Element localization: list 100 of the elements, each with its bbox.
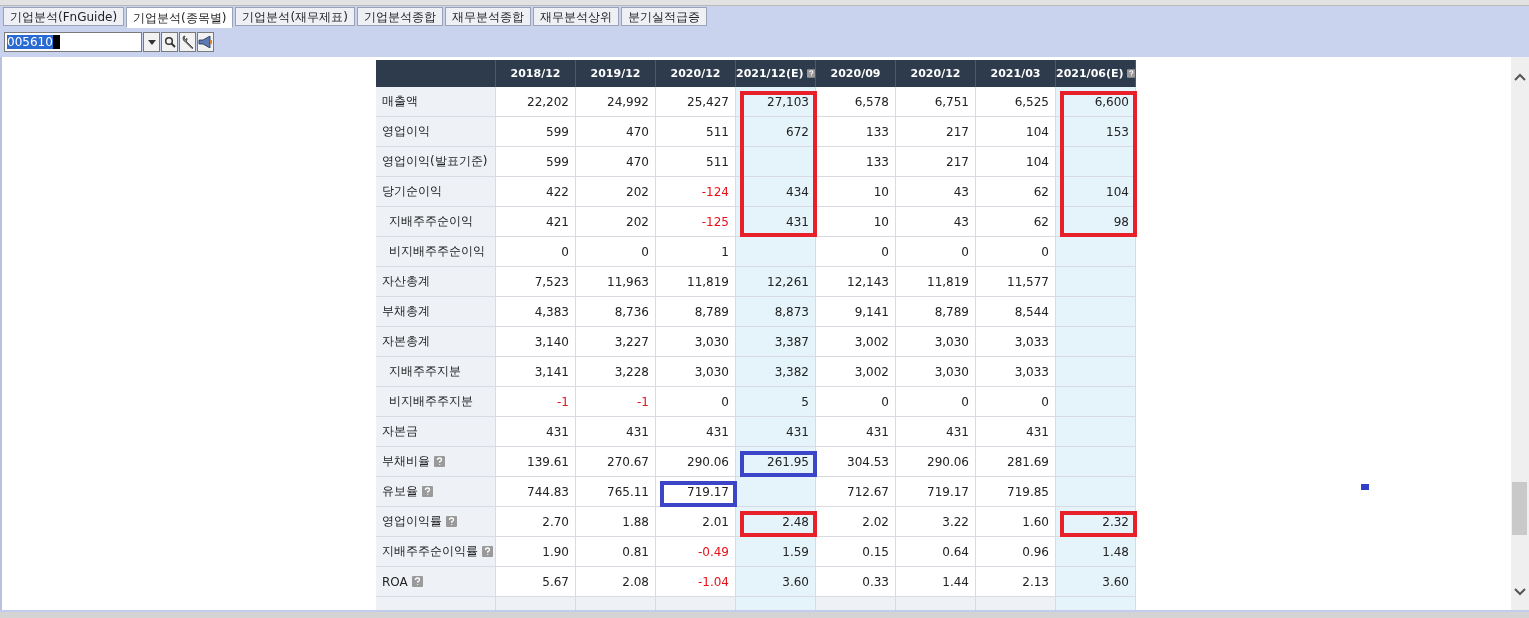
table-cell: 153 [1056, 117, 1136, 147]
table-cell: 24,992 [576, 87, 656, 117]
tab[interactable]: 기업분석(FnGuide) [3, 7, 125, 26]
row-label: 자산총계 [382, 273, 430, 290]
megaphone-button[interactable] [197, 32, 214, 52]
table-cell: 3,002 [816, 357, 896, 387]
help-icon[interactable] [806, 68, 815, 79]
table-cell: 712.67 [816, 477, 896, 507]
table-cell: 11,819 [896, 267, 976, 297]
table-cell: 0 [896, 387, 976, 417]
table-cell: 0.81 [576, 537, 656, 567]
table-cell: 3,227 [576, 327, 656, 357]
row-label: 지배주주순이익률 [382, 543, 478, 560]
table-cell: 431 [496, 417, 576, 447]
table-cell: 0.15 [816, 537, 896, 567]
row-label: 자본금 [382, 423, 418, 440]
table-cell: 12,261 [736, 267, 816, 297]
column-header: 2020/12 [656, 60, 736, 87]
tab[interactable]: 재무분석종합 [444, 7, 531, 26]
table-cell: 3,228 [576, 357, 656, 387]
table-cell: 1.48 [1056, 537, 1136, 567]
table-cell: 133 [816, 147, 896, 177]
row-label: 영업이익(발표기준) [382, 153, 488, 170]
table-cell: 0 [576, 237, 656, 267]
table-cell: 6,751 [896, 87, 976, 117]
table-cell: 104 [1056, 177, 1136, 207]
table-cell: 422 [496, 177, 576, 207]
table-cell: -1 [576, 387, 656, 417]
table-cell: 2.32 [1056, 507, 1136, 537]
tab[interactable]: 기업분석(재무제표) [235, 7, 355, 26]
row-label: 부채총계 [382, 303, 430, 320]
table-cell: 0.64 [896, 537, 976, 567]
table-cell: 0 [816, 237, 896, 267]
table-cell: 4,383 [496, 297, 576, 327]
table-cell: 431 [816, 417, 896, 447]
table-cell: 304.53 [816, 447, 896, 477]
table-cell: 2.70 [496, 507, 576, 537]
column-header: 2018/12 [496, 60, 576, 87]
table-cell: 719.17 [896, 477, 976, 507]
table-cell: 431 [896, 417, 976, 447]
row-label: 비지배주주지분 [389, 393, 473, 410]
row-label: 비지배주주순이익 [389, 243, 485, 260]
table-cell: 0 [816, 387, 896, 417]
table-cell: 270.67 [576, 447, 656, 477]
table-cell: 10 [816, 207, 896, 237]
table-cell: 11,963 [576, 267, 656, 297]
help-icon[interactable] [1126, 68, 1135, 79]
row-label: 지배주주지분 [389, 363, 461, 380]
table-cell: 3,140 [496, 327, 576, 357]
megaphone-icon [198, 36, 213, 48]
search-icon [163, 36, 176, 48]
table-cell: 290.06 [896, 447, 976, 477]
stock-code-field[interactable]: 005610 [4, 32, 142, 52]
scroll-down-icon[interactable] [1514, 588, 1526, 596]
table-cell: 8,873 [736, 297, 816, 327]
table-cell: 3,030 [896, 357, 976, 387]
table-cell: 8,789 [896, 297, 976, 327]
table-cell: 3,030 [896, 327, 976, 357]
scroll-thumb[interactable] [1512, 482, 1527, 535]
row-label: 매출액 [382, 93, 418, 110]
table-cell: 434 [736, 177, 816, 207]
row-label: ROA [382, 574, 408, 589]
table-cell: 3.60 [1056, 567, 1136, 597]
table-cell: 217 [896, 117, 976, 147]
search-button[interactable] [161, 32, 178, 52]
table-cell: 1.90 [496, 537, 576, 567]
column-header: 2021/03 [976, 60, 1056, 87]
column-header: 2020/09 [816, 60, 896, 87]
table-cell: 2.02 [816, 507, 896, 537]
table-cell: 0 [896, 237, 976, 267]
tab[interactable]: 기업분석(종목별) [126, 7, 234, 28]
scroll-up-icon[interactable] [1514, 73, 1526, 81]
table-cell: 1.59 [736, 537, 816, 567]
wrench-button[interactable] [179, 32, 196, 52]
scrollbar[interactable] [1511, 57, 1529, 610]
table-cell: 3,387 [736, 327, 816, 357]
table-cell: 2.48 [736, 507, 816, 537]
table-cell: 10 [816, 177, 896, 207]
row-label: 유보율 [382, 483, 418, 500]
table-cell: 1.88 [576, 507, 656, 537]
row-label: 부채비율 [382, 453, 430, 470]
column-header: 2020/12 [896, 60, 976, 87]
table-cell: 431 [736, 417, 816, 447]
table-cell: -1 [496, 387, 576, 417]
table-cell: 470 [576, 147, 656, 177]
table-cell: 6,578 [816, 87, 896, 117]
tab[interactable]: 재무분석상위 [532, 7, 619, 26]
table-cell: 0 [496, 237, 576, 267]
row-label: 지배주주순이익 [389, 213, 473, 230]
table-cell: 599 [496, 117, 576, 147]
table-cell: 7,523 [496, 267, 576, 297]
table-cell: 261.95 [736, 447, 816, 477]
table-cell: 217 [896, 147, 976, 177]
table-cell: 672 [736, 117, 816, 147]
column-header: 2019/12 [576, 60, 656, 87]
table-cell: 599 [496, 147, 576, 177]
dropdown-button[interactable] [143, 32, 160, 52]
tab[interactable]: 분기실적급증 [620, 7, 707, 26]
tab[interactable]: 기업분석종합 [356, 7, 443, 26]
wrench-icon [180, 35, 195, 49]
